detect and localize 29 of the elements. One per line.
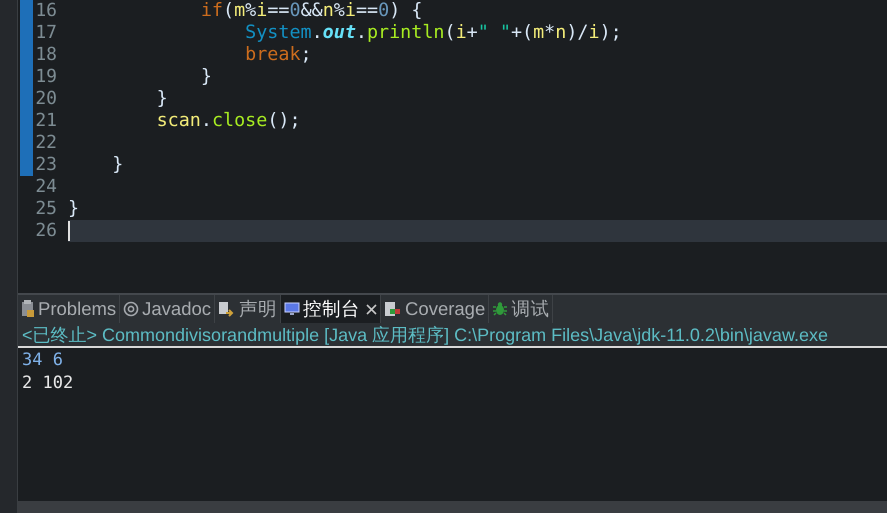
line-number: 26 (34, 222, 58, 240)
monitor-icon (284, 301, 300, 317)
console-header: <已终止> Commondivisorandmultiple [Java 应用程序] C:\Program Files\Java\jdk-11.0.2\bin\javaw.exe (22, 326, 828, 344)
code-line: System.out.println(i+" "+(m*n)/i); (244, 24, 622, 42)
code-line: } (200, 68, 212, 86)
line-number: 22 (34, 134, 58, 152)
close-icon[interactable] (366, 304, 378, 314)
console-line: 34 6 (22, 349, 64, 372)
line-number: 16 (34, 2, 58, 20)
line-number: 23 (34, 156, 58, 174)
bug-icon (492, 301, 508, 317)
line-number: 24 (34, 178, 58, 196)
line-number: 19 (34, 68, 58, 86)
code-line: break; (244, 46, 312, 64)
document-bar-icon (384, 300, 402, 318)
line-number: 25 (34, 200, 58, 218)
view-tab[interactable]: 控制台 (281, 295, 382, 323)
code-line: } (111, 156, 124, 174)
clipboard-icon (21, 300, 35, 318)
line-number: 21 (34, 112, 58, 130)
console-line: 2 102 (22, 372, 74, 395)
code-line: if(m%i==0&&n%i==0) { (200, 2, 422, 20)
line-number: 17 (34, 24, 58, 42)
code-line: scan.close(); (156, 112, 301, 130)
code-line: } (68, 200, 80, 218)
text-cursor (68, 221, 70, 241)
line-number: 18 (34, 46, 58, 64)
code-line: } (156, 90, 168, 108)
line-number: 20 (34, 90, 58, 108)
